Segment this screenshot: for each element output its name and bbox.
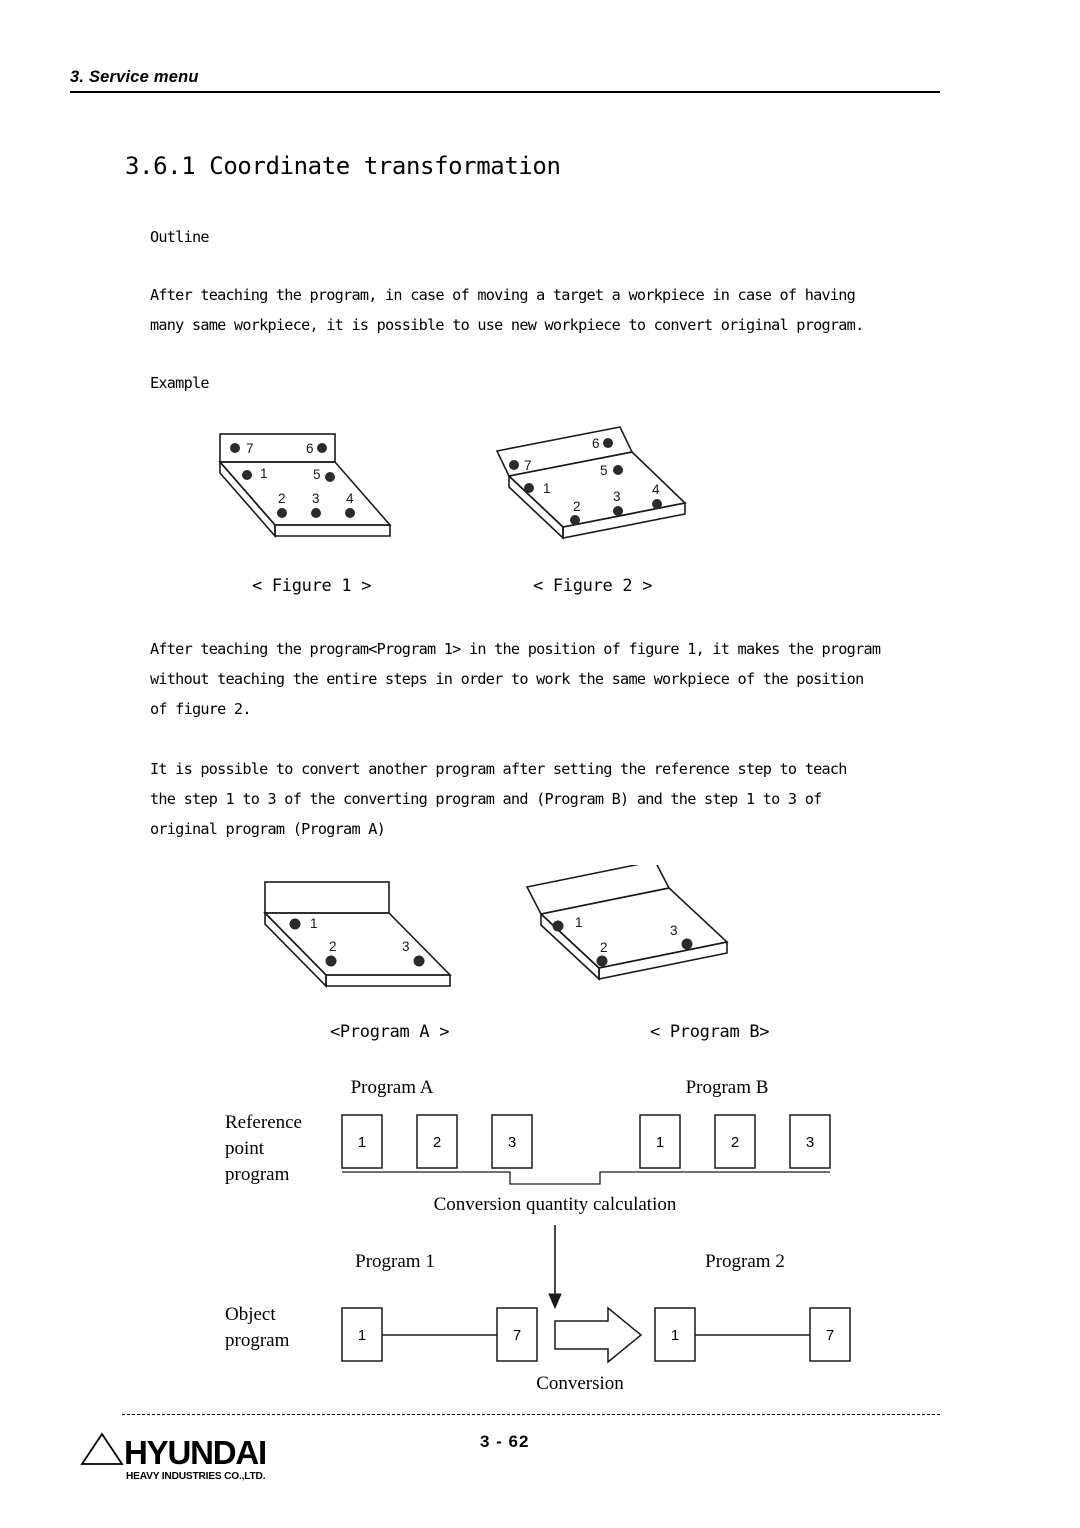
reference-box-b-label: 2 <box>731 1134 739 1151</box>
paragraph-line: of figure 2. <box>150 700 251 718</box>
figure-2-caption: < Figure 2 > <box>533 576 653 596</box>
program-a-caption: <Program A > <box>330 1022 450 1042</box>
footer-divider <box>122 1414 940 1415</box>
conversion-arrow-icon <box>554 1306 643 1364</box>
program-b-illustration: 1 2 3 <box>505 860 755 1015</box>
page-number: 3 - 62 <box>480 1432 530 1451</box>
figure-point-label: 7 <box>524 458 532 473</box>
figure-point-label: 2 <box>329 939 337 954</box>
program-b-caption: < Program B> <box>650 1022 770 1042</box>
paragraph-convert: It is possible to convert another progra… <box>150 754 847 844</box>
header-divider <box>70 91 940 93</box>
paragraph-line: It is possible to convert another progra… <box>150 760 847 778</box>
figure-point-label: 4 <box>346 491 354 506</box>
paragraph-line: many same workpiece, it is possible to u… <box>150 316 864 334</box>
figure-point-label: 1 <box>543 481 551 496</box>
paragraph-line: original program (Program A) <box>150 820 386 838</box>
paragraph-line: After teaching the program<Program 1> in… <box>150 640 881 658</box>
conversion-down-arrow-head <box>548 1293 562 1310</box>
example-label: Example <box>150 374 210 392</box>
figure-point-label: 1 <box>575 915 583 930</box>
figure-point-label: 3 <box>670 923 678 938</box>
paragraph-after-teaching: After teaching the program<Program 1> in… <box>150 634 881 724</box>
reference-box-a-label: 1 <box>358 1134 366 1151</box>
figure-point-label: 2 <box>278 491 286 506</box>
reference-program-label-line: program <box>225 1164 290 1185</box>
header-title: 3. Service menu <box>70 68 199 86</box>
object-program-label-line: program <box>225 1330 290 1351</box>
object-box-1-label: 1 <box>358 1327 366 1344</box>
flow-program-1-title: Program 1 <box>355 1251 435 1272</box>
figure-point-label: 6 <box>592 436 600 451</box>
figure-point-label: 7 <box>246 441 254 456</box>
figure-1-caption: < Figure 1 > <box>252 576 372 596</box>
flow-program-2-title: Program 2 <box>705 1251 785 1272</box>
figure-point-label: 3 <box>402 939 410 954</box>
figure-1-illustration: 7 6 1 5 2 3 4 <box>200 415 430 565</box>
conversion-label: Conversion <box>536 1373 624 1392</box>
object-box-2-label: 1 <box>671 1327 679 1344</box>
figure-point-label: 1 <box>260 466 268 481</box>
outline-label: Outline <box>150 228 210 246</box>
object-box-1-label: 7 <box>513 1327 521 1344</box>
figure-point-label: 2 <box>573 499 581 514</box>
object-program-label-line: Object <box>225 1304 276 1325</box>
figure-2-illustration: 7 6 1 5 2 3 4 <box>480 415 720 565</box>
flow-program-b-title: Program B <box>686 1077 769 1098</box>
program-a-illustration: 1 2 3 <box>250 865 480 1015</box>
figure-point-label: 1 <box>310 916 318 931</box>
reference-box-b-label: 1 <box>656 1134 664 1151</box>
paragraph-line: the step 1 to 3 of the converting progra… <box>150 790 822 808</box>
outline-paragraph: After teaching the program, in case of m… <box>150 280 864 340</box>
conversion-quantity-label: Conversion quantity calculation <box>434 1194 677 1215</box>
conversion-bracket <box>342 1171 830 1185</box>
paragraph-line: After teaching the program, in case of m… <box>150 286 856 304</box>
figure-point-label: 6 <box>306 441 314 456</box>
figure-point-label: 2 <box>600 940 608 955</box>
reference-box-a-label: 3 <box>508 1134 516 1151</box>
reference-program-label-line: Reference <box>225 1112 302 1133</box>
hyundai-logo: HYUNDAI HEAVY INDUSTRIES CO.,LTD. <box>78 1428 348 1491</box>
triangle-icon <box>80 1432 124 1465</box>
figure-point-label: 5 <box>313 467 321 482</box>
logo-wordmark: HYUNDAI <box>124 1434 266 1471</box>
page-header: 3. Service menu <box>70 68 940 93</box>
figure-point-label: 3 <box>312 491 320 506</box>
paragraph-line: without teaching the entire steps in ord… <box>150 670 864 688</box>
flow-program-a-title: Program A <box>351 1077 434 1098</box>
page-title: 3.6.1 Coordinate transformation <box>125 152 561 180</box>
object-box-2-label: 7 <box>826 1327 834 1344</box>
conversion-flow-diagram: Program A Program B Reference point prog… <box>200 1062 900 1397</box>
reference-program-label-line: point <box>225 1138 265 1159</box>
reference-box-b-label: 3 <box>806 1134 814 1151</box>
figure-point-label: 5 <box>600 463 608 478</box>
reference-box-a-label: 2 <box>433 1134 441 1151</box>
figure-point-label: 3 <box>613 489 621 504</box>
figure-point-label: 4 <box>652 482 660 497</box>
logo-subtext: HEAVY INDUSTRIES CO.,LTD. <box>126 1471 266 1482</box>
